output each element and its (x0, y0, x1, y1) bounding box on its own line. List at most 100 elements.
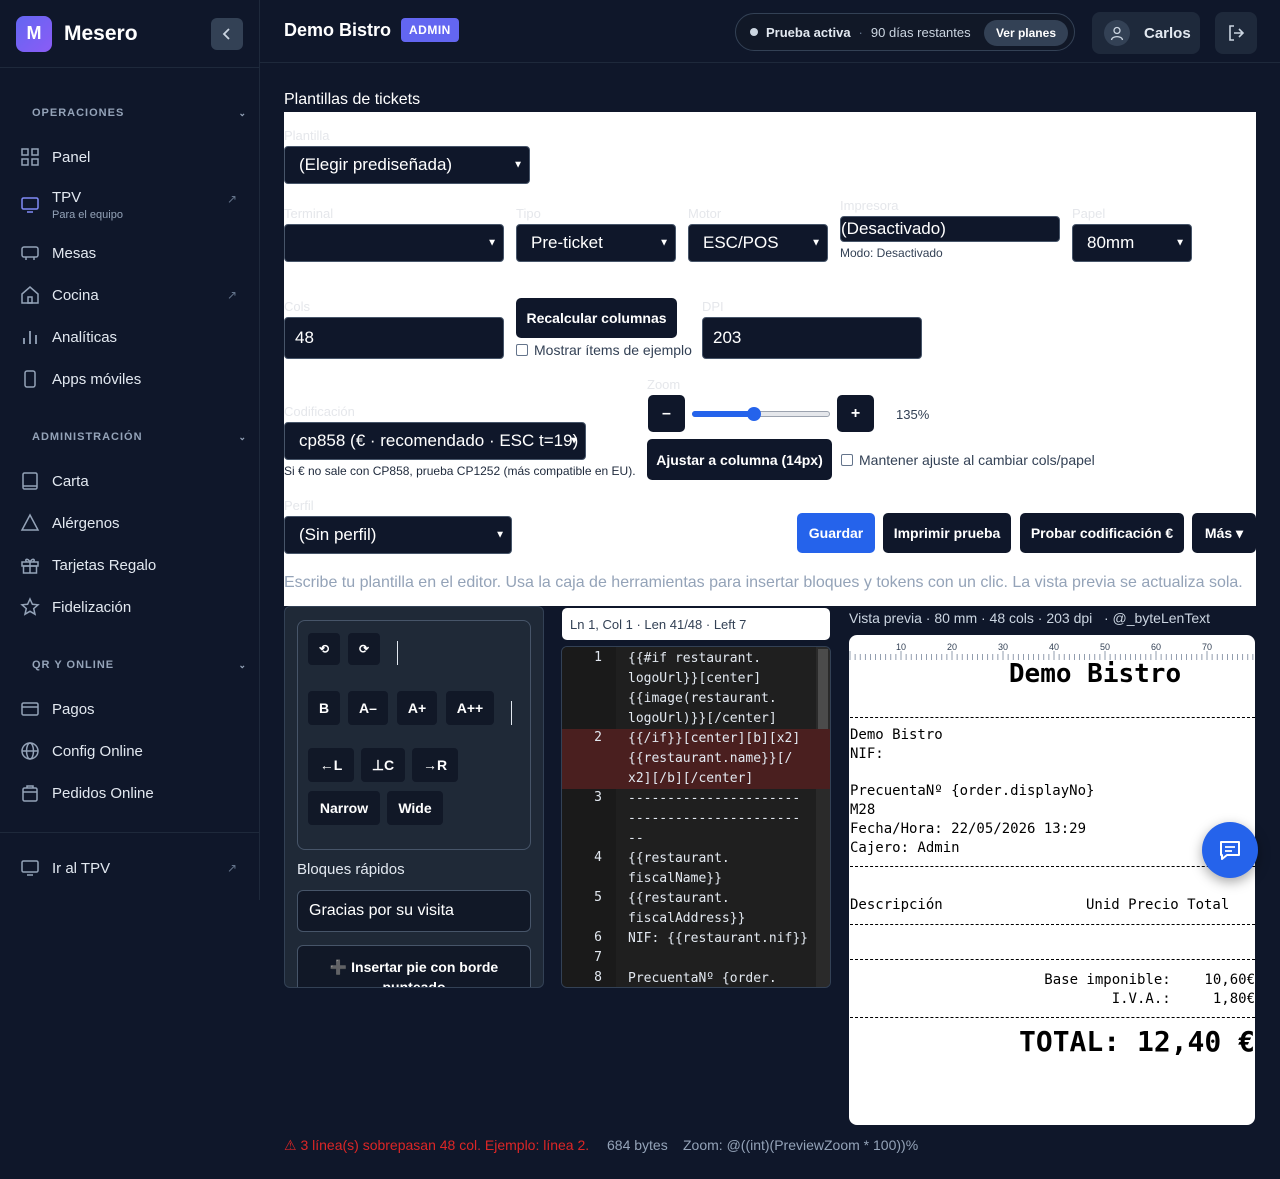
cols-input[interactable]: 48 (284, 317, 504, 359)
receipt-line: PrecuentaNº {order.displayNo} (850, 783, 1095, 799)
section-administracion[interactable]: ADMINISTRACIÓN ⌄ (0, 426, 259, 448)
user-menu-button[interactable]: Carlos (1092, 12, 1200, 54)
code-editor[interactable]: 1 {{#if restaurant. logoUrl}}[center] {{i… (561, 646, 831, 988)
ruler-svg: 10 20 30 40 50 60 70 (849, 642, 1254, 660)
editor-line[interactable]: 4 {{restaurant. fiscalName}} (562, 849, 830, 889)
card-icon (21, 702, 39, 716)
print-test-button[interactable]: Imprimir prueba (883, 513, 1011, 553)
editor-line[interactable]: 8 PrecuentaNº {order. (562, 969, 830, 987)
papel-select[interactable]: 80mm ▼ (1072, 224, 1192, 262)
sidebar-item-apps[interactable]: Apps móviles (0, 358, 259, 400)
sidebar-item-tpv[interactable]: TPV Para el equipo ↗ (0, 178, 259, 232)
align-left-button[interactable]: ←L (308, 748, 354, 782)
phone-icon (24, 370, 36, 388)
sidebar-item-label: TPV (52, 189, 82, 206)
codificacion-value: cp858 (€ · recomendado · ESC t=19) (299, 431, 579, 450)
tipo-select[interactable]: Pre-ticket ▼ (516, 224, 676, 262)
sidebar-item-ir-tpv[interactable]: Ir al TPV ↗ (0, 847, 259, 889)
insert-footer-button[interactable]: ➕ Insertar pie con borde punteado (297, 945, 531, 987)
monitor-icon (21, 860, 39, 876)
sidebar-item-carta[interactable]: Carta (0, 460, 259, 502)
page-title: Plantillas de tickets (284, 91, 421, 108)
narrow-button[interactable]: Narrow (308, 791, 380, 825)
wide-button[interactable]: Wide (387, 791, 443, 825)
sidebar-nav[interactable]: OPERACIONES ⌄ Panel TPV Para el equipo ↗ M… (0, 90, 259, 832)
zoom-in-button[interactable]: + (837, 395, 874, 432)
editor-line[interactable]: 5 {{restaurant. fiscalAddress}} (562, 889, 830, 929)
editor-line[interactable]: 1 {{#if restaurant. logoUrl}}[center] {{i… (562, 649, 830, 729)
save-button[interactable]: Guardar (797, 513, 875, 553)
editor-line[interactable]: 6 NIF: {{restaurant.nif}} (562, 929, 830, 949)
trial-days: 90 días restantes (870, 24, 971, 40)
sidebar-item-analiticas[interactable]: Analíticas (0, 316, 259, 358)
impresora-select[interactable]: (Desactivado) (840, 216, 1060, 242)
motor-select[interactable]: ESC/POS ▼ (688, 224, 828, 262)
font-largest-button[interactable]: A++ (446, 691, 494, 725)
align-right-button[interactable]: →R (412, 748, 458, 782)
show-sample-items-checkbox[interactable]: Mostrar ítems de ejemplo (516, 342, 692, 358)
perfil-value: (Sin perfil) (299, 525, 377, 544)
sidebar-item-label: Mesas (52, 244, 97, 262)
section-qr-online[interactable]: QR Y ONLINE ⌄ (0, 654, 259, 676)
zoom-out-button[interactable]: – (648, 395, 685, 432)
zoom-slider[interactable] (692, 407, 830, 421)
codificacion-select[interactable]: cp858 (€ · recomendado · ESC t=19) ▼ (284, 422, 586, 460)
impresora-value: (Desactivado) (841, 219, 946, 238)
align-center-button[interactable]: ⊥C (361, 748, 405, 782)
sidebar-item-fidelizacion[interactable]: Fidelización (0, 586, 259, 628)
perfil-label: Perfil (284, 498, 314, 513)
sidebar-item-label: Fidelización (52, 598, 132, 616)
plantilla-label: Plantilla (284, 128, 330, 143)
editor-status: Ln 1, Col 1 · Len 41/48 · Left 7 (562, 608, 830, 640)
line-number: 7 (594, 950, 602, 965)
chat-button[interactable] (1202, 822, 1258, 878)
sidebar-item-mesas[interactable]: Mesas (0, 232, 259, 274)
terminal-select[interactable]: ▼ (284, 224, 504, 262)
undo-button[interactable]: ⟲ (308, 633, 340, 665)
logout-button[interactable] (1215, 12, 1257, 54)
font-smaller-button[interactable]: A– (348, 691, 388, 725)
fit-column-button[interactable]: Ajustar a columna (14px) (647, 439, 832, 480)
view-plans-button[interactable]: Ver planes (983, 20, 1068, 46)
editor-line[interactable]: 7 (562, 949, 830, 969)
sidebar-item-cocina[interactable]: Cocina ↗ (0, 274, 259, 316)
dpi-input[interactable]: 203 (702, 317, 922, 359)
test-encoding-button[interactable]: Probar codificación € (1020, 513, 1184, 553)
sidebar-item-config-online[interactable]: Config Online (0, 730, 259, 772)
sidebar-item-label: Cocina (52, 286, 99, 304)
gift-icon (21, 558, 39, 574)
font-larger-button[interactable]: A+ (397, 691, 437, 725)
editor-line[interactable]: 3 ---------------------- ----------------… (562, 789, 830, 849)
code-text: {{#if restaurant. logoUrl}}[center] {{im… (628, 651, 777, 726)
trial-label: Prueba activa (766, 24, 851, 40)
perfil-select[interactable]: (Sin perfil) ▼ (284, 516, 512, 554)
receipt-preview[interactable]: 10 20 30 40 50 60 70 Demo Bistro Demo Bistro N… (849, 635, 1255, 1125)
terminal-label: Terminal (284, 206, 334, 221)
keep-fit-checkbox[interactable]: Mantener ajuste al cambiar cols/papel (841, 452, 1095, 468)
line-number: 6 (594, 930, 602, 945)
user-name: Carlos (1144, 24, 1191, 42)
zoom-status: Zoom: @((int)(PreviewZoom * 100))% (683, 1137, 919, 1153)
plantilla-select[interactable]: (Elegir prediseñada) ▼ (284, 146, 530, 184)
checkbox-box (516, 344, 528, 356)
sidebar-item-pagos[interactable]: Pagos (0, 688, 259, 730)
avatar (1104, 20, 1130, 46)
section-operaciones[interactable]: OPERACIONES ⌄ (0, 102, 259, 124)
redo-button[interactable]: ⟳ (348, 633, 380, 665)
editor-line[interactable]: 2 {{/if}}[center][b][x2] {{restaurant.nam… (562, 729, 830, 789)
line-number: 4 (594, 850, 602, 865)
preview-header: Vista previa · 80 mm · 48 cols · 203 dpi… (849, 610, 1211, 626)
sidebar-item-pedidos-online[interactable]: Pedidos Online (0, 772, 259, 814)
bold-button[interactable]: B (308, 691, 340, 725)
sidebar-item-tarjetas[interactable]: Tarjetas Regalo (0, 544, 259, 586)
recalc-columns-button[interactable]: Recalcular columnas (516, 298, 677, 338)
collapse-sidebar-button[interactable] (211, 18, 243, 50)
sidebar-item-sub: Para el equipo (52, 209, 123, 221)
sidebar-item-panel[interactable]: Panel (0, 136, 259, 178)
slider-thumb[interactable] (747, 407, 762, 421)
sidebar-item-alergenos[interactable]: Alérgenos (0, 502, 259, 544)
cols-label: Cols (284, 299, 311, 314)
sidebar-item-label: Tarjetas Regalo (52, 556, 157, 574)
quick-block-input[interactable]: Gracias por su visita (297, 890, 531, 932)
more-button[interactable]: Más ▾ (1192, 513, 1256, 553)
